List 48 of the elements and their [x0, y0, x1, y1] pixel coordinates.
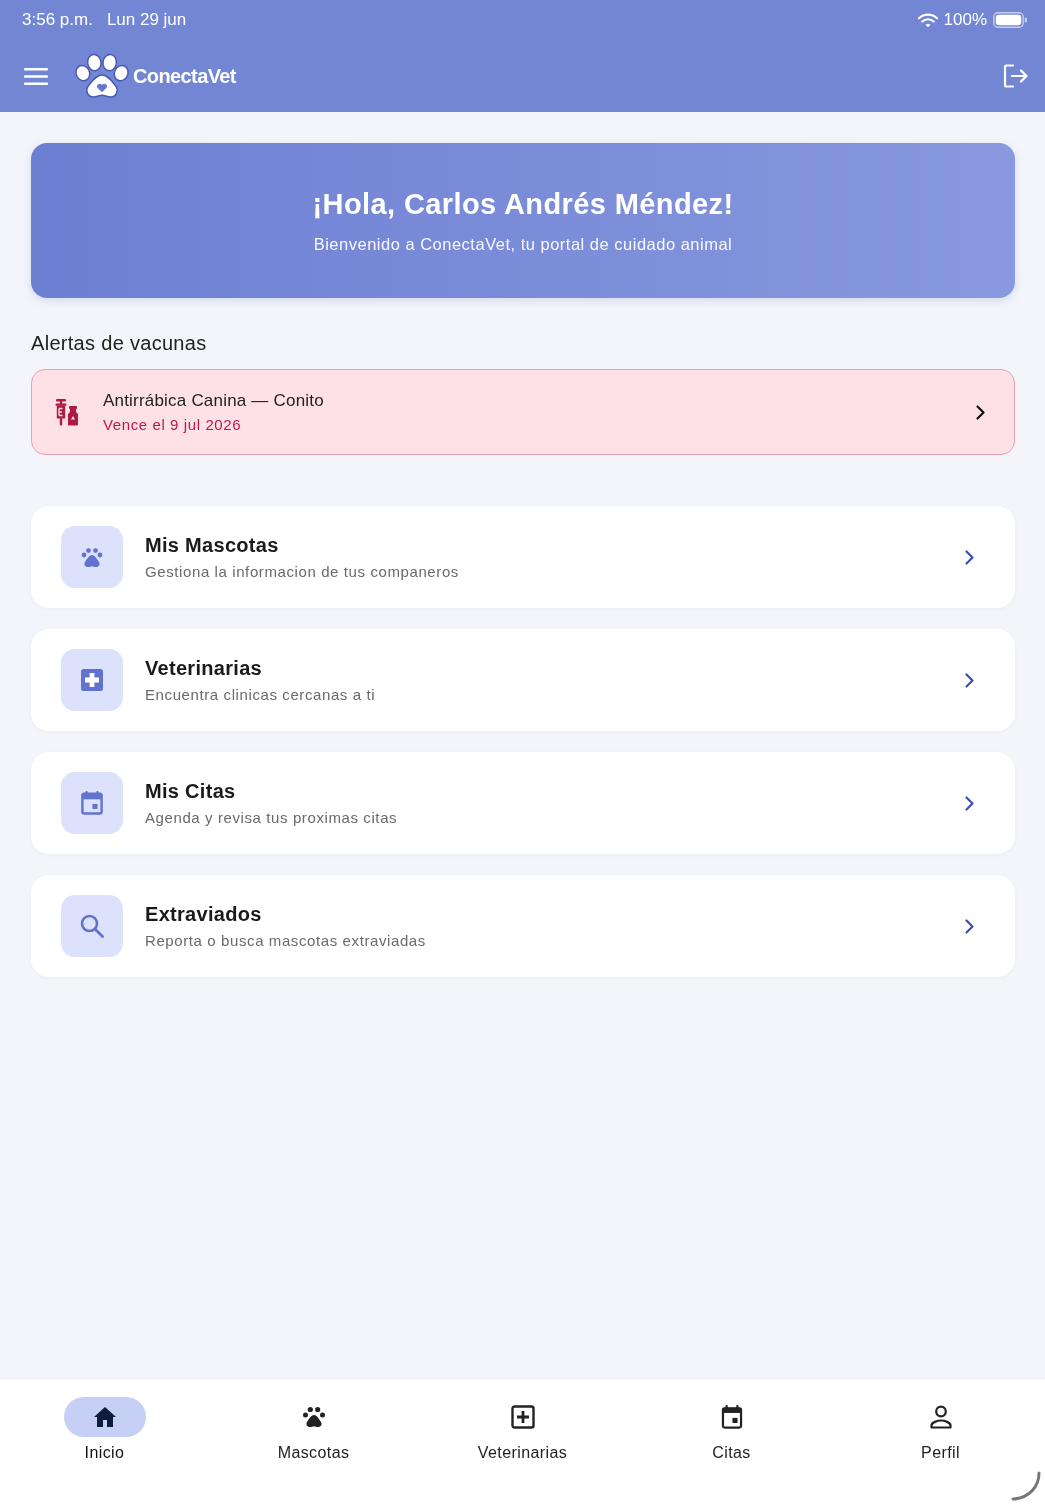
card-subtitle: Encuentra clinicas cercanas a ti — [145, 686, 377, 703]
calendar-icon — [61, 772, 123, 834]
card-subtitle: Gestiona la informacion de tus companeros — [145, 563, 460, 580]
alert-due-date: Vence el 9 jul 2026 — [103, 416, 243, 433]
app-name: ConectaVet — [133, 64, 236, 88]
vaccine-alert[interactable]: Antirrábica Canina — Conito Vence el 9 jul 2026 — [31, 369, 1015, 455]
menu-card[interactable]: Mis Citas Agenda y revisa tus proximas citas — [31, 752, 1015, 854]
paw-logo-icon — [73, 53, 131, 99]
battery-icon — [993, 12, 1027, 28]
status-time: 3:56 p.m. — [22, 10, 93, 30]
card-title: Extraviados — [145, 903, 263, 926]
banner-subtitle: Bienvenido a ConectaVet, tu portal de cuidado animal — [313, 234, 733, 254]
menu-card[interactable]: Veterinarias Encuentra clinicas cercanas a ti — [31, 629, 1015, 731]
search-icon — [61, 895, 123, 957]
person-icon — [928, 1405, 953, 1429]
arc-icon — [1011, 1471, 1041, 1501]
nav-tab[interactable]: Veterinarias — [418, 1379, 627, 1505]
plus-square-icon — [510, 1405, 535, 1429]
nav-tab[interactable]: Citas — [627, 1379, 836, 1505]
wifi-icon — [917, 12, 938, 28]
paw-icon — [61, 526, 123, 588]
chevron-right-icon — [965, 918, 974, 934]
menu-card[interactable]: Mis Mascotas Gestiona la informacion de tus companeros — [31, 506, 1015, 608]
nav-tab[interactable]: Perfil — [836, 1379, 1045, 1505]
chevron-right-icon — [965, 795, 974, 811]
nav-tab[interactable]: Mascotas — [209, 1379, 418, 1505]
medical-cross-icon — [61, 649, 123, 711]
home-icon — [92, 1405, 117, 1429]
logout-icon[interactable] — [1002, 63, 1028, 89]
calendar-icon — [719, 1405, 744, 1429]
vaccine-icon — [55, 398, 79, 426]
card-title: Veterinarias — [145, 657, 263, 680]
card-subtitle: Reporta o busca mascotas extraviadas — [145, 932, 427, 949]
paw-icon — [301, 1405, 326, 1429]
menu-icon[interactable] — [24, 67, 48, 85]
menu-card[interactable]: Extraviados Reporta o busca mascotas extraviadas — [31, 875, 1015, 977]
status-date: Lun 29 jun — [106, 10, 187, 30]
nav-tab[interactable]: Inicio — [0, 1379, 209, 1505]
card-title: Mis Mascotas — [145, 534, 280, 557]
card-title: Mis Citas — [145, 780, 237, 803]
banner-title: ¡Hola, Carlos Andrés Méndez! — [312, 187, 734, 221]
alert-title: Antirrábica Canina — Conito — [103, 391, 325, 411]
chevron-right-icon — [976, 404, 985, 420]
battery-percentage: 100% — [943, 10, 987, 30]
chevron-right-icon — [965, 672, 974, 688]
card-subtitle: Agenda y revisa tus proximas citas — [145, 809, 399, 826]
section-heading: Alertas de vacunas — [31, 332, 207, 355]
chevron-right-icon — [965, 549, 974, 565]
